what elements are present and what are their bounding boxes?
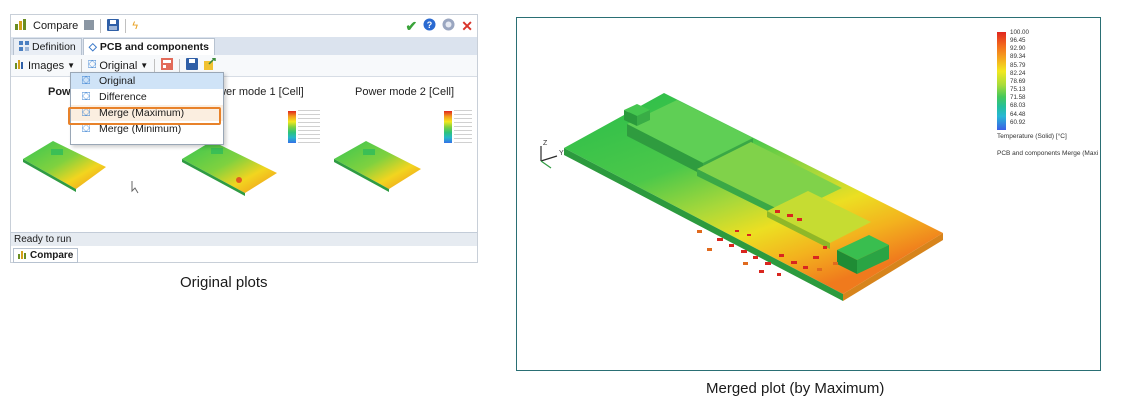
scale-value: 75.13 bbox=[1010, 86, 1026, 94]
menu-item-label: Difference bbox=[99, 91, 147, 103]
layout-icon[interactable] bbox=[161, 58, 174, 73]
stop-icon[interactable] bbox=[84, 19, 95, 33]
bar-chart-icon bbox=[15, 59, 25, 72]
lightning-icon[interactable]: ϟ bbox=[132, 20, 138, 32]
thumbnail-board-original bbox=[23, 141, 106, 192]
axis-label-y: Y bbox=[559, 150, 564, 157]
caption-original-plots: Original plots bbox=[180, 274, 268, 291]
color-scale-bar bbox=[997, 32, 1006, 130]
check-icon[interactable]: ✔ bbox=[406, 18, 418, 35]
thumbnail-legend-1 bbox=[288, 111, 296, 143]
window-title: Compare bbox=[33, 20, 79, 32]
toolbar-separator bbox=[100, 19, 102, 33]
tab-strip: Definition ◇ PCB and components bbox=[11, 37, 477, 55]
difference-icon: ⛋ bbox=[81, 90, 91, 103]
scale-value: 85.79 bbox=[1010, 61, 1026, 69]
chevron-down-icon: ▼ bbox=[67, 61, 75, 70]
tab-pcb-and-components[interactable]: ◇ PCB and components bbox=[82, 38, 215, 55]
highlight-box bbox=[68, 107, 221, 125]
menu-item-difference[interactable]: ⛋ Difference bbox=[71, 89, 223, 105]
tab-label: Definition bbox=[32, 41, 76, 53]
scale-value: 82.24 bbox=[1010, 69, 1026, 77]
caption-merged-plot: Merged plot (by Maximum) bbox=[706, 380, 885, 397]
view-mode-dropdown[interactable]: ⛋ Original ▼ bbox=[88, 59, 148, 72]
compare-mode-icon: ⛋ bbox=[88, 59, 97, 71]
save-icon[interactable] bbox=[107, 18, 120, 34]
scale-value: 68.03 bbox=[1010, 102, 1026, 110]
compare-icon bbox=[15, 19, 27, 33]
toolbar-separator bbox=[81, 58, 82, 73]
legend-quantity-label: Temperature (Solid) [°C] bbox=[997, 133, 1067, 140]
compare-window: Compare ϟ ✔ ? ✕ Definition ◇ PCB and com… bbox=[10, 14, 478, 263]
cursor-icon bbox=[131, 181, 139, 194]
toolbar-separator bbox=[154, 58, 156, 73]
tab-label: Compare bbox=[30, 250, 74, 261]
chevron-down-icon: ▼ bbox=[140, 61, 149, 70]
export-icon[interactable] bbox=[204, 57, 216, 73]
menu-item-original[interactable]: ⛋ Original bbox=[71, 73, 223, 89]
scale-value: 89.34 bbox=[1010, 53, 1026, 61]
definition-icon bbox=[19, 40, 29, 54]
scale-value: 78.69 bbox=[1010, 77, 1026, 85]
color-scale-labels: 100.00 96.45 92.90 89.34 85.79 82.24 78.… bbox=[1010, 29, 1029, 127]
merged-plot-frame: Z Y 100.00 96.45 92.90 89.34 85.79 82.24… bbox=[516, 17, 1101, 371]
compare-icon bbox=[18, 250, 27, 262]
toolbar-separator bbox=[179, 58, 181, 73]
thumbnail-legend-ticks-2 bbox=[454, 110, 472, 144]
scale-value: 60.92 bbox=[1010, 118, 1026, 126]
scale-value: 96.45 bbox=[1010, 37, 1026, 45]
status-bar: Ready to run bbox=[11, 232, 477, 246]
view-mode-label: Original bbox=[99, 59, 138, 72]
tab-label: PCB and components bbox=[99, 41, 209, 53]
save-image-icon[interactable] bbox=[186, 58, 199, 73]
scale-value: 92.90 bbox=[1010, 45, 1026, 53]
thumbnail-legend-2 bbox=[444, 111, 452, 143]
images-dropdown[interactable]: Images ▼ bbox=[15, 59, 75, 72]
tab-compare[interactable]: Compare bbox=[13, 248, 79, 263]
svg-text:?: ? bbox=[427, 20, 433, 30]
original-icon: ⛋ bbox=[81, 74, 91, 87]
images-label: Images bbox=[28, 59, 65, 72]
thumbnail-board-power-mode-2 bbox=[334, 141, 421, 192]
thumbnail-legend-ticks-1 bbox=[298, 110, 320, 144]
thumbnail-board-power-mode-1 bbox=[182, 141, 277, 196]
axis-label-z: Z bbox=[543, 140, 548, 147]
axis-triad bbox=[540, 146, 558, 169]
scale-value: 71.58 bbox=[1010, 94, 1026, 102]
diamond-icon: ◇ bbox=[88, 41, 97, 53]
preview-icon[interactable] bbox=[442, 18, 455, 34]
toolbar-separator bbox=[125, 19, 127, 33]
plot-title-power-mode-1: ower mode 1 [Cell] bbox=[212, 86, 304, 98]
slide-canvas: Compare ϟ ✔ ? ✕ Definition ◇ PCB and com… bbox=[0, 0, 1128, 413]
scale-value: 64.48 bbox=[1010, 110, 1026, 118]
tab-definition[interactable]: Definition bbox=[13, 38, 82, 55]
plot-title-power-mode-2: Power mode 2 [Cell] bbox=[355, 86, 455, 98]
title-bar: Compare ϟ ✔ ? ✕ bbox=[11, 15, 477, 37]
scale-value: 100.00 bbox=[1010, 29, 1029, 36]
menu-item-label: Original bbox=[99, 75, 136, 87]
legend-plot-name: PCB and components Merge (Maxi bbox=[997, 150, 1099, 157]
help-icon[interactable]: ? bbox=[423, 18, 436, 34]
close-icon[interactable]: ✕ bbox=[461, 18, 473, 35]
